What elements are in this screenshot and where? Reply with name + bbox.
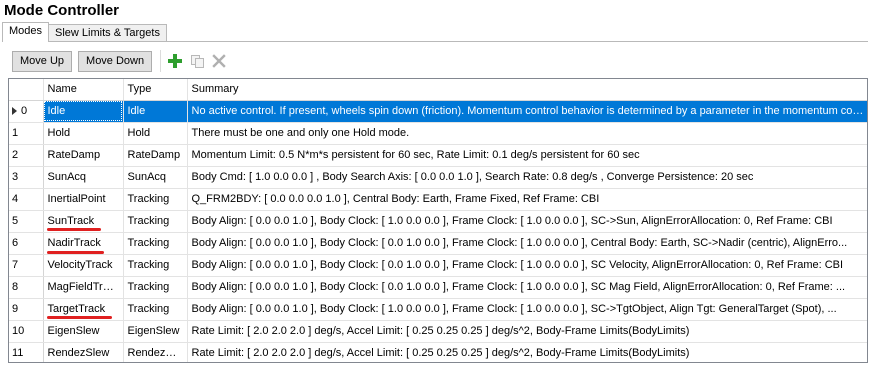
- summary-cell[interactable]: Body Align: [ 0.0 0.0 1.0 ], Body Clock:…: [187, 210, 867, 233]
- name-cell[interactable]: InertialPoint: [43, 188, 124, 211]
- type-cell[interactable]: Idle: [123, 100, 188, 123]
- type-cell[interactable]: RateDamp: [123, 144, 188, 167]
- type-cell[interactable]: Tracking: [123, 188, 188, 211]
- table-row[interactable]: 6 NadirTrack Tracking Body Align: [ 0.0 0.0…: [9, 232, 867, 255]
- type-cell[interactable]: EigenSlew: [123, 320, 188, 343]
- summary-cell[interactable]: Body Align: [ 0.0 0.0 1.0 ], Body Clock:…: [187, 254, 867, 277]
- summary-cell[interactable]: Body Align: [ 0.0 0.0 1.0 ], Body Clock:…: [187, 232, 867, 255]
- row-index: 11: [12, 347, 24, 359]
- row-index-cell[interactable]: 8: [9, 276, 44, 299]
- table-row[interactable]: 4 InertialPoint Tracking Q_FRM2BDY: [ 0.0 0…: [9, 188, 867, 211]
- row-index: 10: [12, 325, 25, 337]
- move-down-button[interactable]: Move Down: [78, 50, 153, 72]
- column-header-name[interactable]: Name: [43, 79, 124, 101]
- annotation-underline-nadirtrack: [47, 251, 104, 254]
- row-index: 5: [12, 215, 19, 227]
- table-row[interactable]: 8 MagFieldTrack Tracking Body Align: [ 0.0 …: [9, 276, 867, 299]
- table-row[interactable]: 1 Hold Hold There must be one and only one …: [9, 122, 867, 145]
- type-cell[interactable]: RendezSlew: [123, 342, 188, 362]
- table-row[interactable]: 10 EigenSlew EigenSlew Rate Limit: [ 2.0 2.…: [9, 320, 867, 343]
- summary-cell[interactable]: Rate Limit: [ 2.0 2.0 2.0 ] deg/s, Accel…: [187, 342, 867, 362]
- column-header-summary[interactable]: Summary: [187, 79, 867, 101]
- row-index: 8: [12, 281, 19, 293]
- name-cell[interactable]: RendezSlew: [43, 342, 124, 362]
- row-index: 9: [12, 303, 19, 315]
- type-cell[interactable]: Tracking: [123, 276, 188, 299]
- tab-slew-limits-targets[interactable]: Slew Limits & Targets: [48, 24, 167, 42]
- name-cell[interactable]: SunAcq: [43, 166, 124, 189]
- type-cell[interactable]: Tracking: [123, 210, 188, 233]
- summary-cell[interactable]: Body Align: [ 0.0 0.0 1.0 ], Body Clock:…: [187, 276, 867, 299]
- row-index-cell[interactable]: 10: [9, 320, 44, 343]
- row-index-cell[interactable]: 11: [9, 342, 44, 362]
- delete-icon[interactable]: [210, 52, 228, 70]
- row-index: 0: [21, 105, 28, 117]
- summary-cell[interactable]: Momentum Limit: 0.5 N*m*s persistent for…: [187, 144, 867, 167]
- table-row[interactable]: 3 SunAcq SunAcq Body Cmd: [ 1.0 0.0 0.0 ] ,…: [9, 166, 867, 189]
- row-index-cell[interactable]: 0: [9, 100, 44, 123]
- row-index: 2: [12, 149, 19, 161]
- table-row[interactable]: 2 RateDamp RateDamp Momentum Limit: 0.5 N*m…: [9, 144, 867, 167]
- table-row[interactable]: 5 SunTrack Tracking Body Align: [ 0.0 0.0 1…: [9, 210, 867, 233]
- column-header-type[interactable]: Type: [123, 79, 188, 101]
- annotation-underline-suntrack: [47, 228, 101, 231]
- header-row: Name Type Summary: [9, 79, 867, 101]
- type-cell[interactable]: Tracking: [123, 254, 188, 277]
- grid-body: 0 Idle Idle No active control. If present, …: [9, 100, 867, 362]
- annotation-underline-targettrack: [47, 316, 112, 319]
- name-cell[interactable]: VelocityTrack: [43, 254, 124, 277]
- row-index-cell[interactable]: 2: [9, 144, 44, 167]
- table-row[interactable]: 7 VelocityTrack Tracking Body Align: [ 0.0 …: [9, 254, 867, 277]
- summary-cell[interactable]: Q_FRM2BDY: [ 0.0 0.0 0.0 1.0 ], Central …: [187, 188, 867, 211]
- row-index-cell[interactable]: 9: [9, 298, 44, 321]
- row-index: 4: [12, 193, 19, 205]
- type-cell[interactable]: Hold: [123, 122, 188, 145]
- name-cell[interactable]: Hold: [43, 122, 124, 145]
- modes-grid[interactable]: Name Type Summary 0 Idle Idle No active con…: [8, 78, 868, 363]
- type-cell[interactable]: Tracking: [123, 298, 188, 321]
- row-index-cell[interactable]: 6: [9, 232, 44, 255]
- table-row[interactable]: 0 Idle Idle No active control. If present, …: [9, 100, 867, 123]
- tab-strip: Modes Slew Limits & Targets: [2, 22, 167, 42]
- copy-icon[interactable]: [188, 52, 206, 70]
- type-cell[interactable]: SunAcq: [123, 166, 188, 189]
- add-icon[interactable]: [166, 52, 184, 70]
- name-cell[interactable]: RateDamp: [43, 144, 124, 167]
- summary-cell[interactable]: No active control. If present, wheels sp…: [187, 100, 867, 123]
- table-row[interactable]: 9 TargetTrack Tracking Body Align: [ 0.0 0.…: [9, 298, 867, 321]
- row-index: 7: [12, 259, 19, 271]
- tab-modes[interactable]: Modes: [2, 22, 50, 42]
- current-row-arrow-icon: [12, 107, 17, 115]
- row-index: 1: [12, 127, 19, 139]
- summary-cell[interactable]: Rate Limit: [ 2.0 2.0 2.0 ] deg/s, Accel…: [187, 320, 867, 343]
- row-index-cell[interactable]: 5: [9, 210, 44, 233]
- modes-table: Name Type Summary 0 Idle Idle No active con…: [9, 79, 867, 362]
- row-index-cell[interactable]: 4: [9, 188, 44, 211]
- move-up-button[interactable]: Move Up: [12, 50, 73, 72]
- row-index-cell[interactable]: 3: [9, 166, 44, 189]
- summary-cell[interactable]: Body Align: [ 0.0 0.0 1.0 ], Body Clock:…: [187, 298, 867, 321]
- row-index: 3: [12, 171, 19, 183]
- table-row[interactable]: 11 RendezSlew RendezSlew Rate Limit: [ 2.0 …: [9, 342, 867, 362]
- column-header-index[interactable]: [9, 79, 44, 101]
- summary-cell[interactable]: Body Cmd: [ 1.0 0.0 0.0 ] , Body Search …: [187, 166, 867, 189]
- name-cell[interactable]: Idle: [43, 100, 124, 123]
- toolbar: Move Up Move Down: [12, 50, 232, 72]
- name-cell[interactable]: EigenSlew: [43, 320, 124, 343]
- name-cell[interactable]: MagFieldTrack: [43, 276, 124, 299]
- row-index: 6: [12, 237, 19, 249]
- row-index-cell[interactable]: 1: [9, 122, 44, 145]
- window-title: Mode Controller: [4, 2, 119, 19]
- summary-cell[interactable]: There must be one and only one Hold mode…: [187, 122, 867, 145]
- toolbar-separator: [160, 50, 162, 72]
- type-cell[interactable]: Tracking: [123, 232, 188, 255]
- row-index-cell[interactable]: 7: [9, 254, 44, 277]
